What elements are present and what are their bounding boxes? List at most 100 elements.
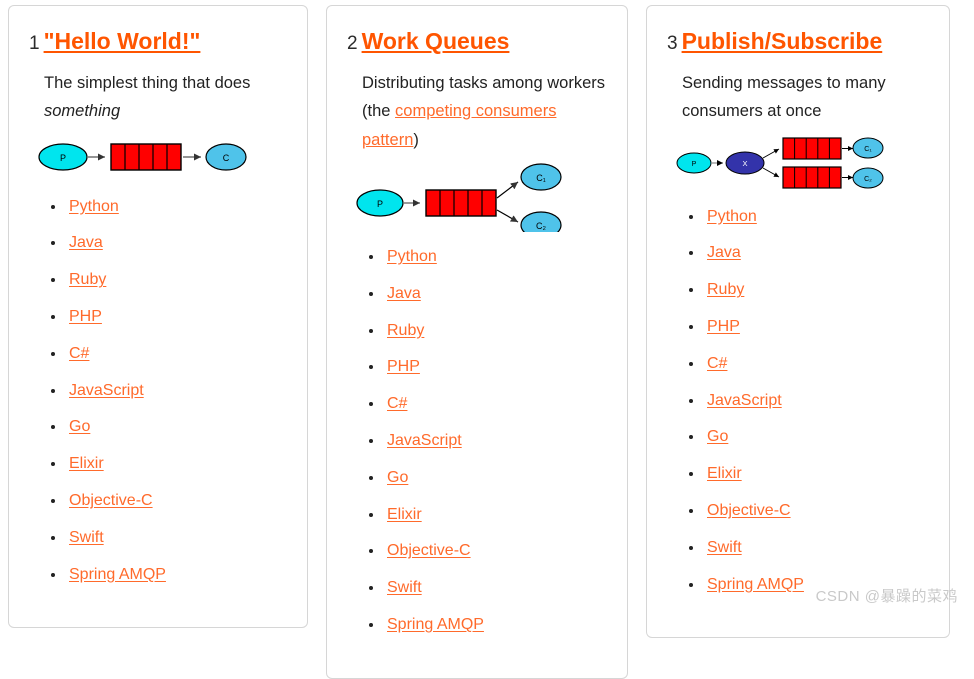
consumer-label: C <box>223 153 230 163</box>
language-link-python[interactable]: Python <box>707 208 757 225</box>
queue-node <box>425 189 497 217</box>
list-item: JavaScript <box>369 431 607 452</box>
list-item: Java <box>689 243 929 264</box>
hello-world-diagram-svg: P C <box>38 142 247 171</box>
language-list: Python Java Ruby PHP C# JavaScript Go El… <box>29 197 287 586</box>
tutorial-card-work-queues: 2 Work Queues Distributing tasks among wo… <box>326 5 628 679</box>
language-link-javascript[interactable]: JavaScript <box>69 382 144 399</box>
list-item: Java <box>51 233 287 254</box>
language-link-javascript[interactable]: JavaScript <box>707 392 782 409</box>
edge-exchange-queue1 <box>762 148 780 159</box>
language-link-swift[interactable]: Swift <box>707 539 742 556</box>
publish-subscribe-diagram-svg: P X C₁ C₂ <box>676 136 884 189</box>
language-link-go[interactable]: Go <box>387 469 408 486</box>
exchange-label: X <box>742 159 747 168</box>
list-item: Python <box>369 247 607 268</box>
list-item: Ruby <box>51 270 287 291</box>
language-link-elixir[interactable]: Elixir <box>707 465 742 482</box>
card-title-link[interactable]: Work Queues <box>362 28 510 54</box>
language-list: Python Java Ruby PHP C# JavaScript Go El… <box>667 207 929 596</box>
card-description: Sending messages to many consumers at on… <box>667 69 929 126</box>
language-link-javascript[interactable]: JavaScript <box>387 432 462 449</box>
list-item: C# <box>369 394 607 415</box>
list-item: Go <box>51 417 287 438</box>
list-item: Elixir <box>369 505 607 526</box>
list-item: Ruby <box>689 280 929 301</box>
consumer2-label: C₂ <box>536 221 546 231</box>
tutorial-card-grid: 1 "Hello World!" The simplest thing that … <box>0 0 974 679</box>
card-number: 3 <box>667 33 678 54</box>
language-link-objective-c[interactable]: Objective-C <box>707 502 791 519</box>
list-item: Spring AMQP <box>369 615 607 636</box>
list-item: Swift <box>369 578 607 599</box>
language-link-swift[interactable]: Swift <box>69 529 104 546</box>
queue1-node <box>782 136 842 160</box>
list-item: Spring AMQP <box>51 565 287 586</box>
diagram-publish-subscribe: P X C₁ C₂ <box>667 132 929 197</box>
list-item: Swift <box>689 538 929 559</box>
card-title-link[interactable]: "Hello World!" <box>44 28 201 54</box>
list-item: PHP <box>51 307 287 328</box>
language-link-ruby[interactable]: Ruby <box>69 271 106 288</box>
language-link-python[interactable]: Python <box>69 198 119 215</box>
language-link-elixir[interactable]: Elixir <box>69 455 104 472</box>
language-link-spring-amqp[interactable]: Spring AMQP <box>69 566 166 583</box>
card-heading: 3 Publish/Subscribe <box>667 28 929 55</box>
list-item: C# <box>689 354 929 375</box>
list-item: C# <box>51 344 287 365</box>
language-link-python[interactable]: Python <box>387 248 437 265</box>
card-heading: 2 Work Queues <box>347 28 607 55</box>
language-link-java[interactable]: Java <box>387 285 421 302</box>
tutorial-card-publish-subscribe: 3 Publish/Subscribe Sending messages to m… <box>646 5 950 639</box>
list-item: Python <box>689 207 929 228</box>
language-link-elixir[interactable]: Elixir <box>387 506 422 523</box>
list-item: PHP <box>689 317 929 338</box>
language-list: Python Java Ruby PHP C# JavaScript Go El… <box>347 247 607 636</box>
language-link-php[interactable]: PHP <box>387 358 420 375</box>
diagram-work-queues: P C₁ C₂ <box>347 160 607 239</box>
language-link-objective-c[interactable]: Objective-C <box>69 492 153 509</box>
description-text-tail: ) <box>413 130 419 149</box>
language-link-csharp[interactable]: C# <box>707 355 727 372</box>
list-item: Python <box>51 197 287 218</box>
queue-node <box>110 142 182 171</box>
description-text: Sending messages to many consumers at on… <box>682 73 886 121</box>
diagram-hello-world: P C <box>29 132 287 187</box>
language-link-spring-amqp[interactable]: Spring AMQP <box>707 576 804 593</box>
producer-label: P <box>377 199 383 209</box>
list-item: PHP <box>369 357 607 378</box>
language-link-csharp[interactable]: C# <box>69 345 89 362</box>
list-item: Swift <box>51 528 287 549</box>
consumer1-label: C₁ <box>536 173 546 183</box>
card-title-link[interactable]: Publish/Subscribe <box>682 28 883 54</box>
producer-label: P <box>60 153 66 163</box>
consumer1-label: C₁ <box>864 146 872 153</box>
language-link-csharp[interactable]: C# <box>387 395 407 412</box>
producer-label: P <box>692 161 697 168</box>
list-item: Elixir <box>689 464 929 485</box>
description-emphasis: something <box>44 102 121 121</box>
language-link-spring-amqp[interactable]: Spring AMQP <box>387 616 484 633</box>
list-item: Go <box>689 427 929 448</box>
language-link-swift[interactable]: Swift <box>387 579 422 596</box>
card-description: The simplest thing that does something <box>29 69 287 126</box>
edge-queue-consumer1 <box>496 181 519 199</box>
card-description: Distributing tasks among workers (the co… <box>347 69 607 154</box>
edge-exchange-queue2 <box>762 167 780 178</box>
language-link-php[interactable]: PHP <box>69 308 102 325</box>
language-link-objective-c[interactable]: Objective-C <box>387 542 471 559</box>
language-link-go[interactable]: Go <box>69 418 90 435</box>
card-heading: 1 "Hello World!" <box>29 28 287 55</box>
list-item: JavaScript <box>51 381 287 402</box>
list-item: Objective-C <box>51 491 287 512</box>
language-link-ruby[interactable]: Ruby <box>387 322 424 339</box>
language-link-go[interactable]: Go <box>707 428 728 445</box>
queue2-node <box>782 165 842 189</box>
language-link-php[interactable]: PHP <box>707 318 740 335</box>
language-link-java[interactable]: Java <box>707 244 741 261</box>
consumer2-label: C₂ <box>864 176 872 183</box>
language-link-ruby[interactable]: Ruby <box>707 281 744 298</box>
language-link-java[interactable]: Java <box>69 234 103 251</box>
list-item: Elixir <box>51 454 287 475</box>
list-item: Java <box>369 284 607 305</box>
